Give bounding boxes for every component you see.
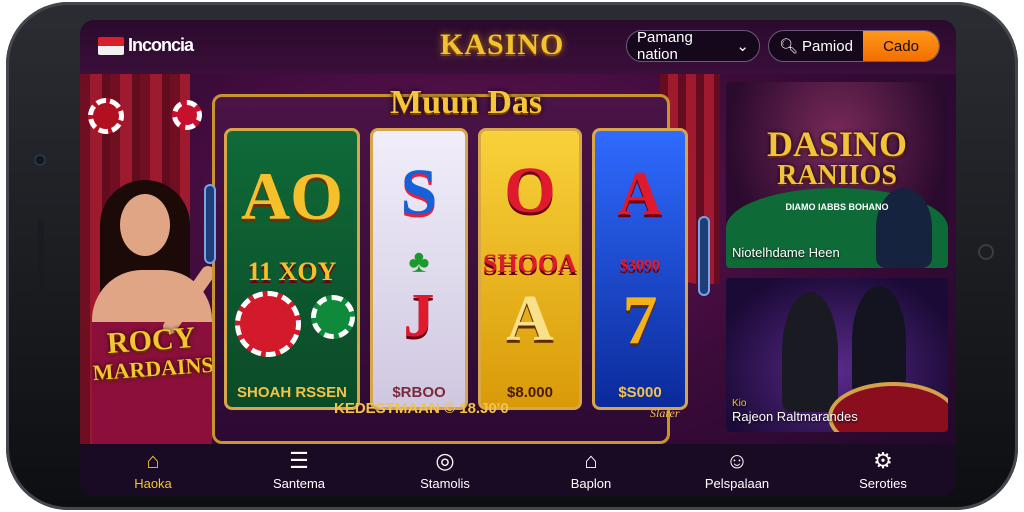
spin-button[interactable]: Slarer — [650, 406, 680, 421]
app-logo: KASINO — [440, 28, 565, 61]
card-caption: Niotelhdame Heen — [732, 245, 840, 260]
bottom-nav: ⌂ Haoka ☰ Santema ◎ Stamolis ⌂ Baplon ☺ … — [80, 444, 956, 496]
reel-value: SHOAH RSSEN — [236, 384, 348, 401]
settings-icon: ⚙ — [873, 447, 893, 473]
card-caption-text: Rajeon Raltmarandes — [732, 409, 858, 424]
nav-label: Pelspalaan — [704, 475, 770, 491]
nav-item-settings[interactable]: ⚙ Seroties — [810, 444, 956, 496]
reel-symbol: A — [617, 160, 663, 228]
face-shape — [120, 194, 170, 256]
card-title-line1: DASINO — [766, 124, 908, 164]
reel-symbol: AO — [241, 158, 343, 234]
game-card-dasino[interactable]: DASINO RANIIOS DIAMO IABBS BOHANO Niotel… — [726, 82, 948, 268]
poker-chip-icon — [311, 295, 355, 339]
nav-item-home[interactable]: ⌂ Haoka — [80, 444, 226, 496]
cta-button[interactable]: Cado — [863, 31, 939, 61]
search-icon: 🔍︎ — [779, 38, 799, 55]
nav-label: Seroties — [859, 475, 907, 491]
nav-item-location[interactable]: ◎ Stamolis — [372, 444, 518, 496]
reel-4[interactable]: A $3090 7 $S000 — [592, 128, 688, 410]
region-selector[interactable]: Inconcia — [98, 35, 194, 56]
reel-value: $RBOO — [392, 384, 446, 401]
reel-symbol: J — [403, 282, 435, 350]
reel-symbol: S — [400, 156, 438, 229]
nav-label: Santema — [272, 475, 326, 491]
reel-symbol: O — [504, 154, 556, 227]
club-icon: ♣ — [408, 243, 430, 279]
reel-value: $S000 — [618, 384, 662, 401]
poker-chip-icon — [172, 100, 202, 130]
dealer-figure — [876, 188, 932, 268]
nav-item-house[interactable]: ⌂ Baplon — [518, 444, 664, 496]
flag-icon — [98, 36, 124, 55]
right-handle[interactable] — [698, 216, 710, 296]
reel-value: $8.000 — [507, 384, 553, 401]
home-icon: ⌂ — [146, 447, 160, 473]
card-subtitle: DIAMO IABBS BOHANO — [785, 202, 889, 212]
menu-icon: ☰ — [289, 447, 309, 473]
reel-symbol: SHOOA — [483, 249, 577, 278]
card-badge: Kio — [732, 398, 747, 409]
left-handle[interactable] — [204, 184, 216, 264]
front-camera — [34, 154, 46, 166]
language-label: Pamang nation — [637, 29, 693, 63]
nav-label: Baplon — [570, 475, 612, 491]
nav-item-users[interactable]: ☺ Pelspalaan — [664, 444, 810, 496]
reel-symbol: $3090 — [620, 257, 660, 274]
card-title: DASINO RANIIOS — [726, 126, 948, 190]
search-bar[interactable]: 🔍︎ Pamiod Cado — [768, 30, 940, 62]
game-card-live[interactable]: Kio Rajeon Raltmarandes — [726, 278, 948, 432]
player-figure — [852, 286, 906, 396]
chevron-down-icon: ⌄ — [736, 38, 749, 55]
nav-item-menu[interactable]: ☰ Santema — [226, 444, 372, 496]
nav-label: Haoka — [134, 475, 172, 491]
home-sensor — [978, 244, 994, 260]
reel-1[interactable]: AO 11 XOY SHOAH RSSEN — [224, 128, 360, 410]
language-pill[interactable]: Pamang nation ⌄ — [626, 29, 760, 63]
region-label: Inconcia — [128, 35, 194, 55]
top-bar: Inconcia KASINO Pamang nation ⌄ 🔍︎ Pamio… — [80, 20, 956, 74]
player-figure — [782, 292, 838, 412]
reel-2[interactable]: S ♣ J $RBOO — [370, 128, 468, 410]
reel-symbol: 11 XOY — [247, 257, 337, 286]
card-title-line2: RANIIOS — [777, 160, 897, 191]
search-label: Pamiod — [802, 37, 853, 55]
nav-label: Stamolis — [420, 475, 470, 491]
phone-frame: Inconcia KASINO Pamang nation ⌄ 🔍︎ Pamio… — [6, 2, 1018, 510]
reel-symbol: A — [506, 282, 554, 355]
side-speaker — [38, 220, 44, 300]
promo-badge[interactable]: ROCY MARDAINS — [88, 321, 216, 385]
house-icon: ⌂ — [584, 447, 598, 473]
app-screen: Inconcia KASINO Pamang nation ⌄ 🔍︎ Pamio… — [80, 20, 956, 496]
poker-chip-icon — [235, 291, 301, 357]
jackpot-info: KEDESTMAAN © 18.J0'0 — [334, 400, 509, 417]
location-icon: ◎ — [435, 447, 455, 473]
slot-title: Muun Das — [390, 84, 543, 121]
reel-3[interactable]: O SHOOA A $8.000 — [478, 128, 582, 410]
users-icon: ☺ — [725, 447, 749, 473]
card-caption: Kio Rajeon Raltmarandes — [732, 398, 858, 424]
reel-symbol: 7 — [622, 282, 658, 359]
